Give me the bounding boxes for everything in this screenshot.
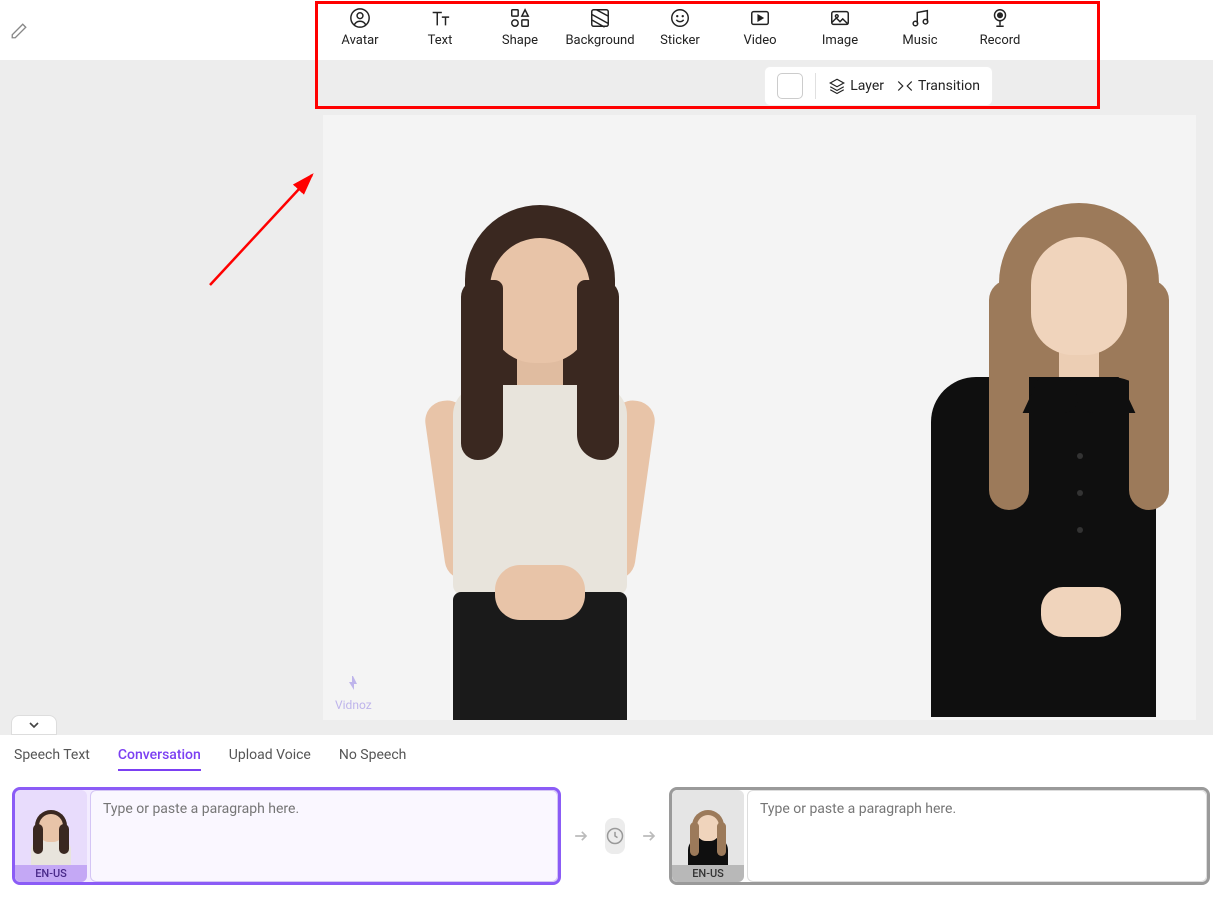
divider <box>815 73 816 99</box>
conversation-block-2[interactable]: EN-US <box>669 787 1210 885</box>
watermark-text: Vidnoz <box>335 698 372 712</box>
top-header: Avatar Text Shape Background Sticker Vid… <box>0 0 1213 60</box>
conversation-avatar-2[interactable]: EN-US <box>672 790 744 882</box>
toolbar-image-label: Image <box>822 33 858 48</box>
tab-no-speech[interactable]: No Speech <box>339 747 407 771</box>
transition-button[interactable]: Transition <box>896 77 980 95</box>
video-canvas[interactable]: Vidnoz <box>323 115 1196 720</box>
toolbar-video[interactable]: Video <box>720 7 800 48</box>
toolbar-background[interactable]: Background <box>560 7 640 48</box>
layer-icon <box>828 77 846 95</box>
language-badge-1[interactable]: EN-US <box>15 865 87 882</box>
layer-button[interactable]: Layer <box>828 77 884 95</box>
toolbar-record[interactable]: Record <box>960 7 1040 48</box>
toolbar-avatar[interactable]: Avatar <box>320 7 400 48</box>
toolbar-image[interactable]: Image <box>800 7 880 48</box>
toolbar-shape[interactable]: Shape <box>480 7 560 48</box>
conversation-input-2[interactable] <box>747 790 1207 882</box>
chevron-down-icon <box>26 717 42 733</box>
toolbar-text-label: Text <box>428 33 453 48</box>
flow-arrow-icon <box>571 826 591 846</box>
tab-conversation[interactable]: Conversation <box>118 747 201 771</box>
tab-upload-voice[interactable]: Upload Voice <box>229 747 311 771</box>
toolbar-video-label: Video <box>743 33 776 48</box>
main-toolbar: Avatar Text Shape Background Sticker Vid… <box>320 0 1040 48</box>
conversation-block-1[interactable]: EN-US <box>12 787 561 885</box>
toolbar-record-label: Record <box>980 33 1021 48</box>
canvas-area: Layer Transition <box>0 60 1213 735</box>
flow-arrow-icon <box>639 826 659 846</box>
avatar-figure-2[interactable] <box>931 185 1196 720</box>
timing-badge[interactable] <box>605 818 625 854</box>
conversation-row: EN-US EN-US <box>12 787 1201 885</box>
toolbar-sticker-label: Sticker <box>660 33 700 48</box>
language-badge-2[interactable]: EN-US <box>672 865 744 882</box>
tab-speech-text[interactable]: Speech Text <box>14 747 90 771</box>
toolbar-sticker[interactable]: Sticker <box>640 7 720 48</box>
transition-icon <box>896 77 914 95</box>
toolbar-avatar-label: Avatar <box>341 33 378 48</box>
toolbar-music-label: Music <box>902 33 937 48</box>
edit-icon[interactable] <box>10 22 28 40</box>
annotation-arrow <box>200 165 330 295</box>
conversation-input-1[interactable] <box>90 790 558 882</box>
layer-label: Layer <box>850 78 884 94</box>
avatar-figure-1[interactable] <box>395 180 685 720</box>
conversation-avatar-1[interactable]: EN-US <box>15 790 87 882</box>
vidnoz-logo-icon <box>341 674 365 698</box>
canvas-sub-toolbar: Layer Transition <box>764 66 993 106</box>
speech-panel: Speech Text Conversation Upload Voice No… <box>0 735 1213 903</box>
toolbar-background-label: Background <box>565 33 634 48</box>
transition-label: Transition <box>918 78 980 94</box>
clock-icon <box>605 826 625 846</box>
watermark: Vidnoz <box>335 674 372 712</box>
panel-collapse-toggle[interactable] <box>11 715 57 735</box>
background-color-swatch[interactable] <box>777 73 803 99</box>
toolbar-shape-label: Shape <box>502 33 538 48</box>
toolbar-music[interactable]: Music <box>880 7 960 48</box>
speech-tabs: Speech Text Conversation Upload Voice No… <box>12 747 1201 771</box>
toolbar-text[interactable]: Text <box>400 7 480 48</box>
